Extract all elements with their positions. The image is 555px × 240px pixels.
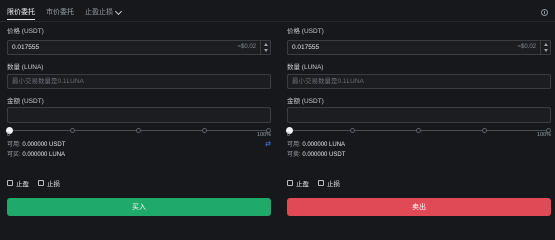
order-type-tabs: 限价委托 市价委托 止盈止损 [7,7,132,20]
tp-sl-options: 止盈 止损 [7,178,69,188]
sell-price-input[interactable] [288,41,488,54]
price-label: 价格 (USDT) [287,28,324,35]
swap-icon[interactable]: ⇄ [265,141,271,149]
slider-tick[interactable] [482,127,487,133]
sell-amount-input[interactable] [288,108,488,121]
stop-loss-checkbox[interactable]: 止损 [38,178,60,188]
price-approx: ≈$0.02 [517,44,536,50]
available-balance: 可用: 0.000000 LUNA [287,142,346,148]
stepper-down-icon[interactable] [261,48,270,55]
slider-max-label: 100% [536,132,551,138]
amount-field [7,107,271,123]
sell-panel: 价格 (USDT) ≈$0.02 数量 (LUNA) 金额 (USDT) 0 1… [286,28,551,218]
buy-amount-input[interactable] [8,108,208,121]
tabs-divider [0,21,555,22]
quantity-label: 数量 (LUNA) [287,64,324,71]
sell-percent-slider[interactable] [286,126,551,134]
price-approx: ≈$0.02 [237,44,256,50]
checkbox-box[interactable] [318,180,324,186]
slider-tick[interactable] [350,127,355,133]
checkbox-box[interactable] [7,180,13,186]
amount-label: 金额 (USDT) [7,98,44,105]
max-buy-amount: 可买: 0.000000 LUNA [7,152,66,158]
buy-percent-slider[interactable] [6,126,271,134]
available-balance: 可用: 0.000000 USDT [7,142,66,148]
buy-quantity-input[interactable] [8,75,208,88]
price-field: ≈$0.02 [7,40,271,55]
price-stepper[interactable] [540,41,550,54]
sell-button[interactable]: 卖出 [287,198,551,216]
price-stepper[interactable] [260,41,270,54]
tp-sl-options: 止盈 止损 [287,178,349,188]
take-profit-checkbox[interactable]: 止盈 [7,178,29,188]
quantity-field [287,74,551,89]
tab-market-order[interactable]: 市价委托 [46,8,74,17]
slider-tick[interactable] [70,127,75,133]
chevron-down-icon [114,7,123,16]
slider-tick[interactable] [416,127,421,133]
amount-field [287,107,551,123]
info-icon[interactable] [541,9,548,16]
quantity-label: 数量 (LUNA) [7,64,44,71]
slider-min-label: 0 [287,132,291,138]
tab-stop-limit[interactable]: 止盈止损 [85,7,123,17]
quantity-field [7,74,271,89]
slider-max-label: 100% [256,132,271,138]
amount-label: 金额 (USDT) [287,98,324,105]
max-sell-amount: 可卖: 0.000000 USDT [287,152,346,158]
tab-limit-order[interactable]: 限价委托 [7,8,35,20]
slider-tick[interactable] [136,127,141,133]
checkbox-box[interactable] [38,180,44,186]
slider-min-label: 0 [7,132,11,138]
buy-panel: 价格 (USDT) ≈$0.02 数量 (LUNA) 金额 (USDT) 0 1… [6,28,271,218]
sell-quantity-input[interactable] [288,75,488,88]
price-label: 价格 (USDT) [7,28,44,35]
take-profit-checkbox[interactable]: 止盈 [287,178,309,188]
stop-loss-checkbox[interactable]: 止损 [318,178,340,188]
buy-button[interactable]: 买入 [7,198,271,216]
slider-tick[interactable] [202,127,207,133]
stepper-down-icon[interactable] [541,48,550,55]
price-field: ≈$0.02 [287,40,551,55]
checkbox-box[interactable] [287,180,293,186]
buy-price-input[interactable] [8,41,208,54]
